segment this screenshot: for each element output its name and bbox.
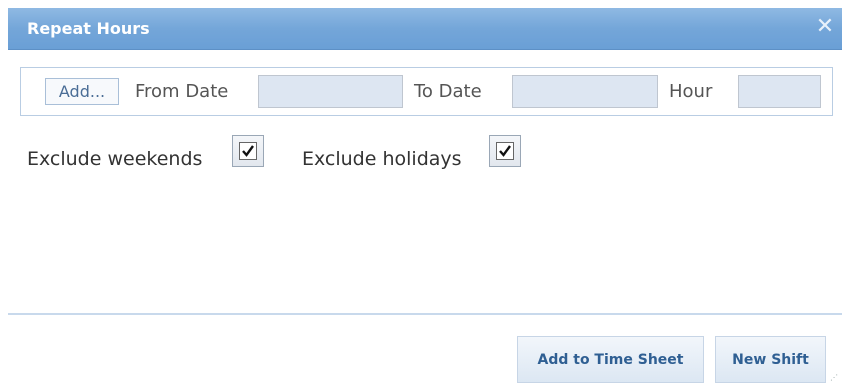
exclude-weekends-checkbox[interactable]: [232, 135, 264, 167]
add-to-time-sheet-button[interactable]: Add to Time Sheet: [517, 336, 704, 383]
repeat-hours-dialog: Repeat Hours ✕ Add... From Date To Date …: [8, 8, 842, 383]
new-shift-button[interactable]: New Shift: [715, 336, 826, 383]
dialog-titlebar[interactable]: Repeat Hours ✕: [8, 8, 842, 50]
close-icon[interactable]: ✕: [814, 16, 836, 38]
to-date-label: To Date: [414, 81, 482, 102]
hour-label: Hour: [669, 81, 713, 102]
from-date-label: From Date: [135, 81, 229, 102]
from-date-input[interactable]: [258, 75, 403, 108]
resize-grip-icon[interactable]: ⋰: [830, 373, 838, 382]
checkmark-icon: [242, 145, 254, 157]
exclude-holidays-label: Exclude holidays: [302, 148, 462, 170]
add-button[interactable]: Add...: [45, 78, 119, 105]
date-range-row: Add... From Date To Date Hour: [20, 67, 833, 116]
checkmark-icon: [499, 145, 511, 157]
exclude-weekends-label: Exclude weekends: [27, 148, 203, 170]
dialog-footer: Add to Time Sheet New Shift: [8, 315, 842, 383]
to-date-input[interactable]: [512, 75, 658, 108]
checkbox-box: [496, 142, 514, 160]
dialog-title: Repeat Hours: [27, 19, 150, 38]
checkbox-box: [239, 142, 257, 160]
hour-input[interactable]: [738, 75, 821, 108]
exclude-holidays-checkbox[interactable]: [489, 135, 521, 167]
